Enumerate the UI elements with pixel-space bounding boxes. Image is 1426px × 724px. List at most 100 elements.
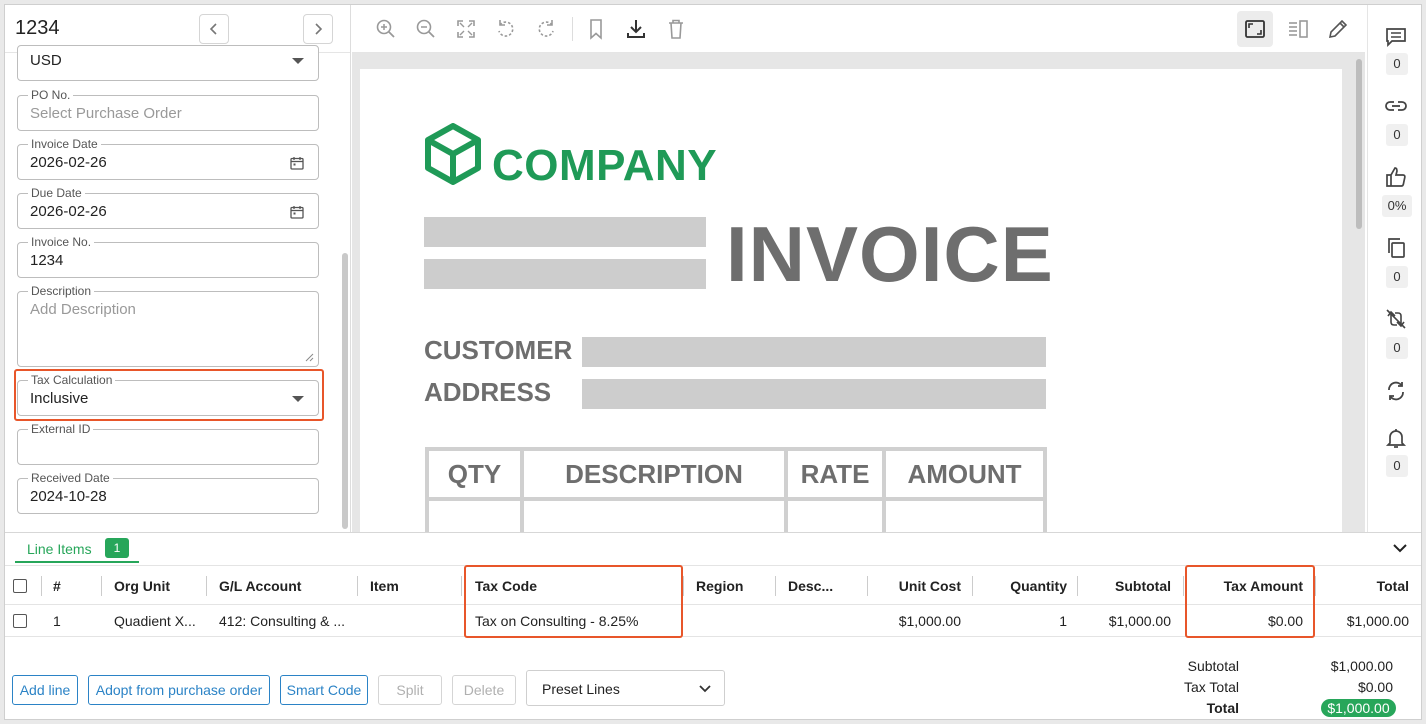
customer-bar [582, 337, 1046, 367]
total-label: Total [1206, 700, 1239, 716]
received-date-label: Received Date [28, 471, 113, 485]
company-name: COMPANY [492, 141, 718, 190]
line-items-count-badge: 1 [105, 538, 129, 558]
tax-calculation-select[interactable]: Tax Calculation Inclusive [17, 373, 319, 416]
row-unit-cost[interactable]: $1,000.00 [899, 613, 961, 629]
duplicates-count: 0 [1386, 266, 1408, 288]
tax-total-label: Tax Total [1184, 679, 1239, 695]
calendar-icon[interactable] [290, 205, 304, 219]
col-subtotal: Subtotal [1115, 578, 1171, 594]
row-subtotal: $1,000.00 [1108, 613, 1171, 629]
single-page-view-icon[interactable] [1243, 17, 1267, 41]
row-total: $1,000.00 [1346, 613, 1409, 629]
viewer-toolbar [352, 5, 1365, 53]
caret-down-icon [292, 58, 304, 64]
invoice-form-panel: 1234 USD PO No. Select Purchase Order In… [5, 5, 351, 532]
add-line-button[interactable]: Add line [12, 675, 78, 705]
table-divider [882, 501, 886, 532]
sync-count: 0 [1386, 337, 1408, 359]
download-icon[interactable] [624, 17, 648, 41]
bookmark-icon[interactable] [584, 17, 608, 41]
link-icon[interactable] [1384, 94, 1408, 118]
delete-button[interactable]: Delete [452, 675, 516, 705]
split-button[interactable]: Split [378, 675, 442, 705]
company-logo-icon [425, 123, 481, 185]
column-divider [1077, 576, 1078, 596]
trash-icon[interactable] [664, 17, 688, 41]
preset-lines-label: Preset Lines [542, 681, 620, 697]
sync-disabled-icon[interactable] [1384, 307, 1408, 331]
subtotal-value: $1,000.00 [1330, 658, 1393, 674]
thumbs-up-icon[interactable] [1384, 165, 1408, 189]
address-label: ADDRESS [424, 377, 552, 407]
column-divider [1315, 576, 1316, 596]
row-checkbox[interactable] [13, 614, 27, 628]
row-org-unit[interactable]: Quadient X... [114, 613, 196, 629]
row-quantity[interactable]: 1 [1059, 613, 1067, 629]
comment-icon[interactable] [1384, 25, 1408, 49]
refresh-icon[interactable] [1384, 379, 1408, 403]
links-count: 0 [1386, 124, 1408, 146]
duplicate-icon[interactable] [1384, 236, 1408, 260]
amount-header: AMOUNT [907, 458, 1022, 489]
zoom-out-icon[interactable] [414, 17, 438, 41]
invoice-document: COMPANY INVOICE CUSTOMER ADDRESS QTY DES… [360, 69, 1342, 532]
rate-header: RATE [788, 451, 886, 497]
caret-down-icon [292, 396, 304, 402]
column-divider [206, 576, 207, 596]
split-view-icon[interactable] [1286, 17, 1310, 41]
zoom-in-icon[interactable] [374, 17, 398, 41]
fit-screen-icon[interactable] [454, 17, 478, 41]
adopt-from-po-button[interactable]: Adopt from purchase order [88, 675, 270, 705]
chevron-down-icon[interactable] [1391, 539, 1409, 557]
next-button[interactable] [303, 14, 333, 44]
subtotal-label: Subtotal [1187, 658, 1239, 674]
chevron-down-icon [699, 685, 711, 693]
currency-select[interactable]: USD [17, 45, 319, 81]
received-date-field[interactable]: Received Date 2024-10-28 [17, 471, 319, 514]
rotate-right-icon[interactable] [534, 17, 558, 41]
preset-lines-select[interactable]: Preset Lines [526, 670, 725, 706]
tax-total-value: $0.00 [1357, 679, 1393, 695]
resize-handle-icon[interactable] [305, 353, 314, 362]
col-quantity: Quantity [1010, 578, 1067, 594]
tax-code-highlight [464, 565, 683, 638]
description-header: DESCRIPTION [524, 451, 788, 497]
invoice-items-table: QTY DESCRIPTION RATE AMOUNT [425, 447, 1047, 532]
due-date-field[interactable]: Due Date 2026-02-26 [17, 186, 319, 229]
previous-button[interactable] [199, 14, 229, 44]
bell-icon[interactable] [1384, 426, 1408, 450]
rotate-left-icon[interactable] [494, 17, 518, 41]
calendar-icon[interactable] [290, 156, 304, 170]
row-number: 1 [53, 613, 61, 629]
col-gl-account: G/L Account [219, 578, 302, 594]
column-divider [41, 576, 42, 596]
external-id-field[interactable]: External ID [17, 422, 319, 465]
invoice-heading: INVOICE [726, 210, 1054, 298]
form-scroll-area: USD PO No. Select Purchase Order Invoice… [5, 45, 350, 532]
table-divider [784, 501, 788, 532]
description-field[interactable]: Description Add Description [17, 284, 319, 367]
po-number-label: PO No. [28, 88, 74, 102]
col-region: Region [696, 578, 744, 594]
po-number-field[interactable]: PO No. Select Purchase Order [17, 88, 319, 131]
activity-rail: 0 0 0% 0 0 0 [1367, 5, 1421, 532]
smart-code-button[interactable]: Smart Code [280, 675, 368, 705]
invoice-date-field[interactable]: Invoice Date 2026-02-26 [17, 137, 319, 180]
row-gl-account[interactable]: 412: Consulting & ... [219, 613, 345, 629]
tax-amount-highlight [1185, 565, 1315, 638]
form-scrollbar[interactable] [342, 253, 348, 529]
invoice-number-value: 1234 [30, 252, 64, 269]
column-divider [775, 576, 776, 596]
document-scrollbar[interactable] [1356, 59, 1362, 229]
total-value-badge: $1,000.00 [1321, 699, 1396, 717]
column-divider [683, 576, 684, 596]
app-window: 1234 USD PO No. Select Purchase Order In… [4, 4, 1422, 720]
qty-header: QTY [429, 451, 524, 497]
select-all-checkbox[interactable] [13, 579, 27, 593]
due-date-value: 2026-02-26 [30, 203, 107, 220]
invoice-number-field[interactable]: Invoice No. 1234 [17, 235, 319, 278]
placeholder-bar [424, 217, 706, 247]
tax-calculation-value: Inclusive [30, 390, 89, 407]
pencil-icon[interactable] [1326, 17, 1350, 41]
